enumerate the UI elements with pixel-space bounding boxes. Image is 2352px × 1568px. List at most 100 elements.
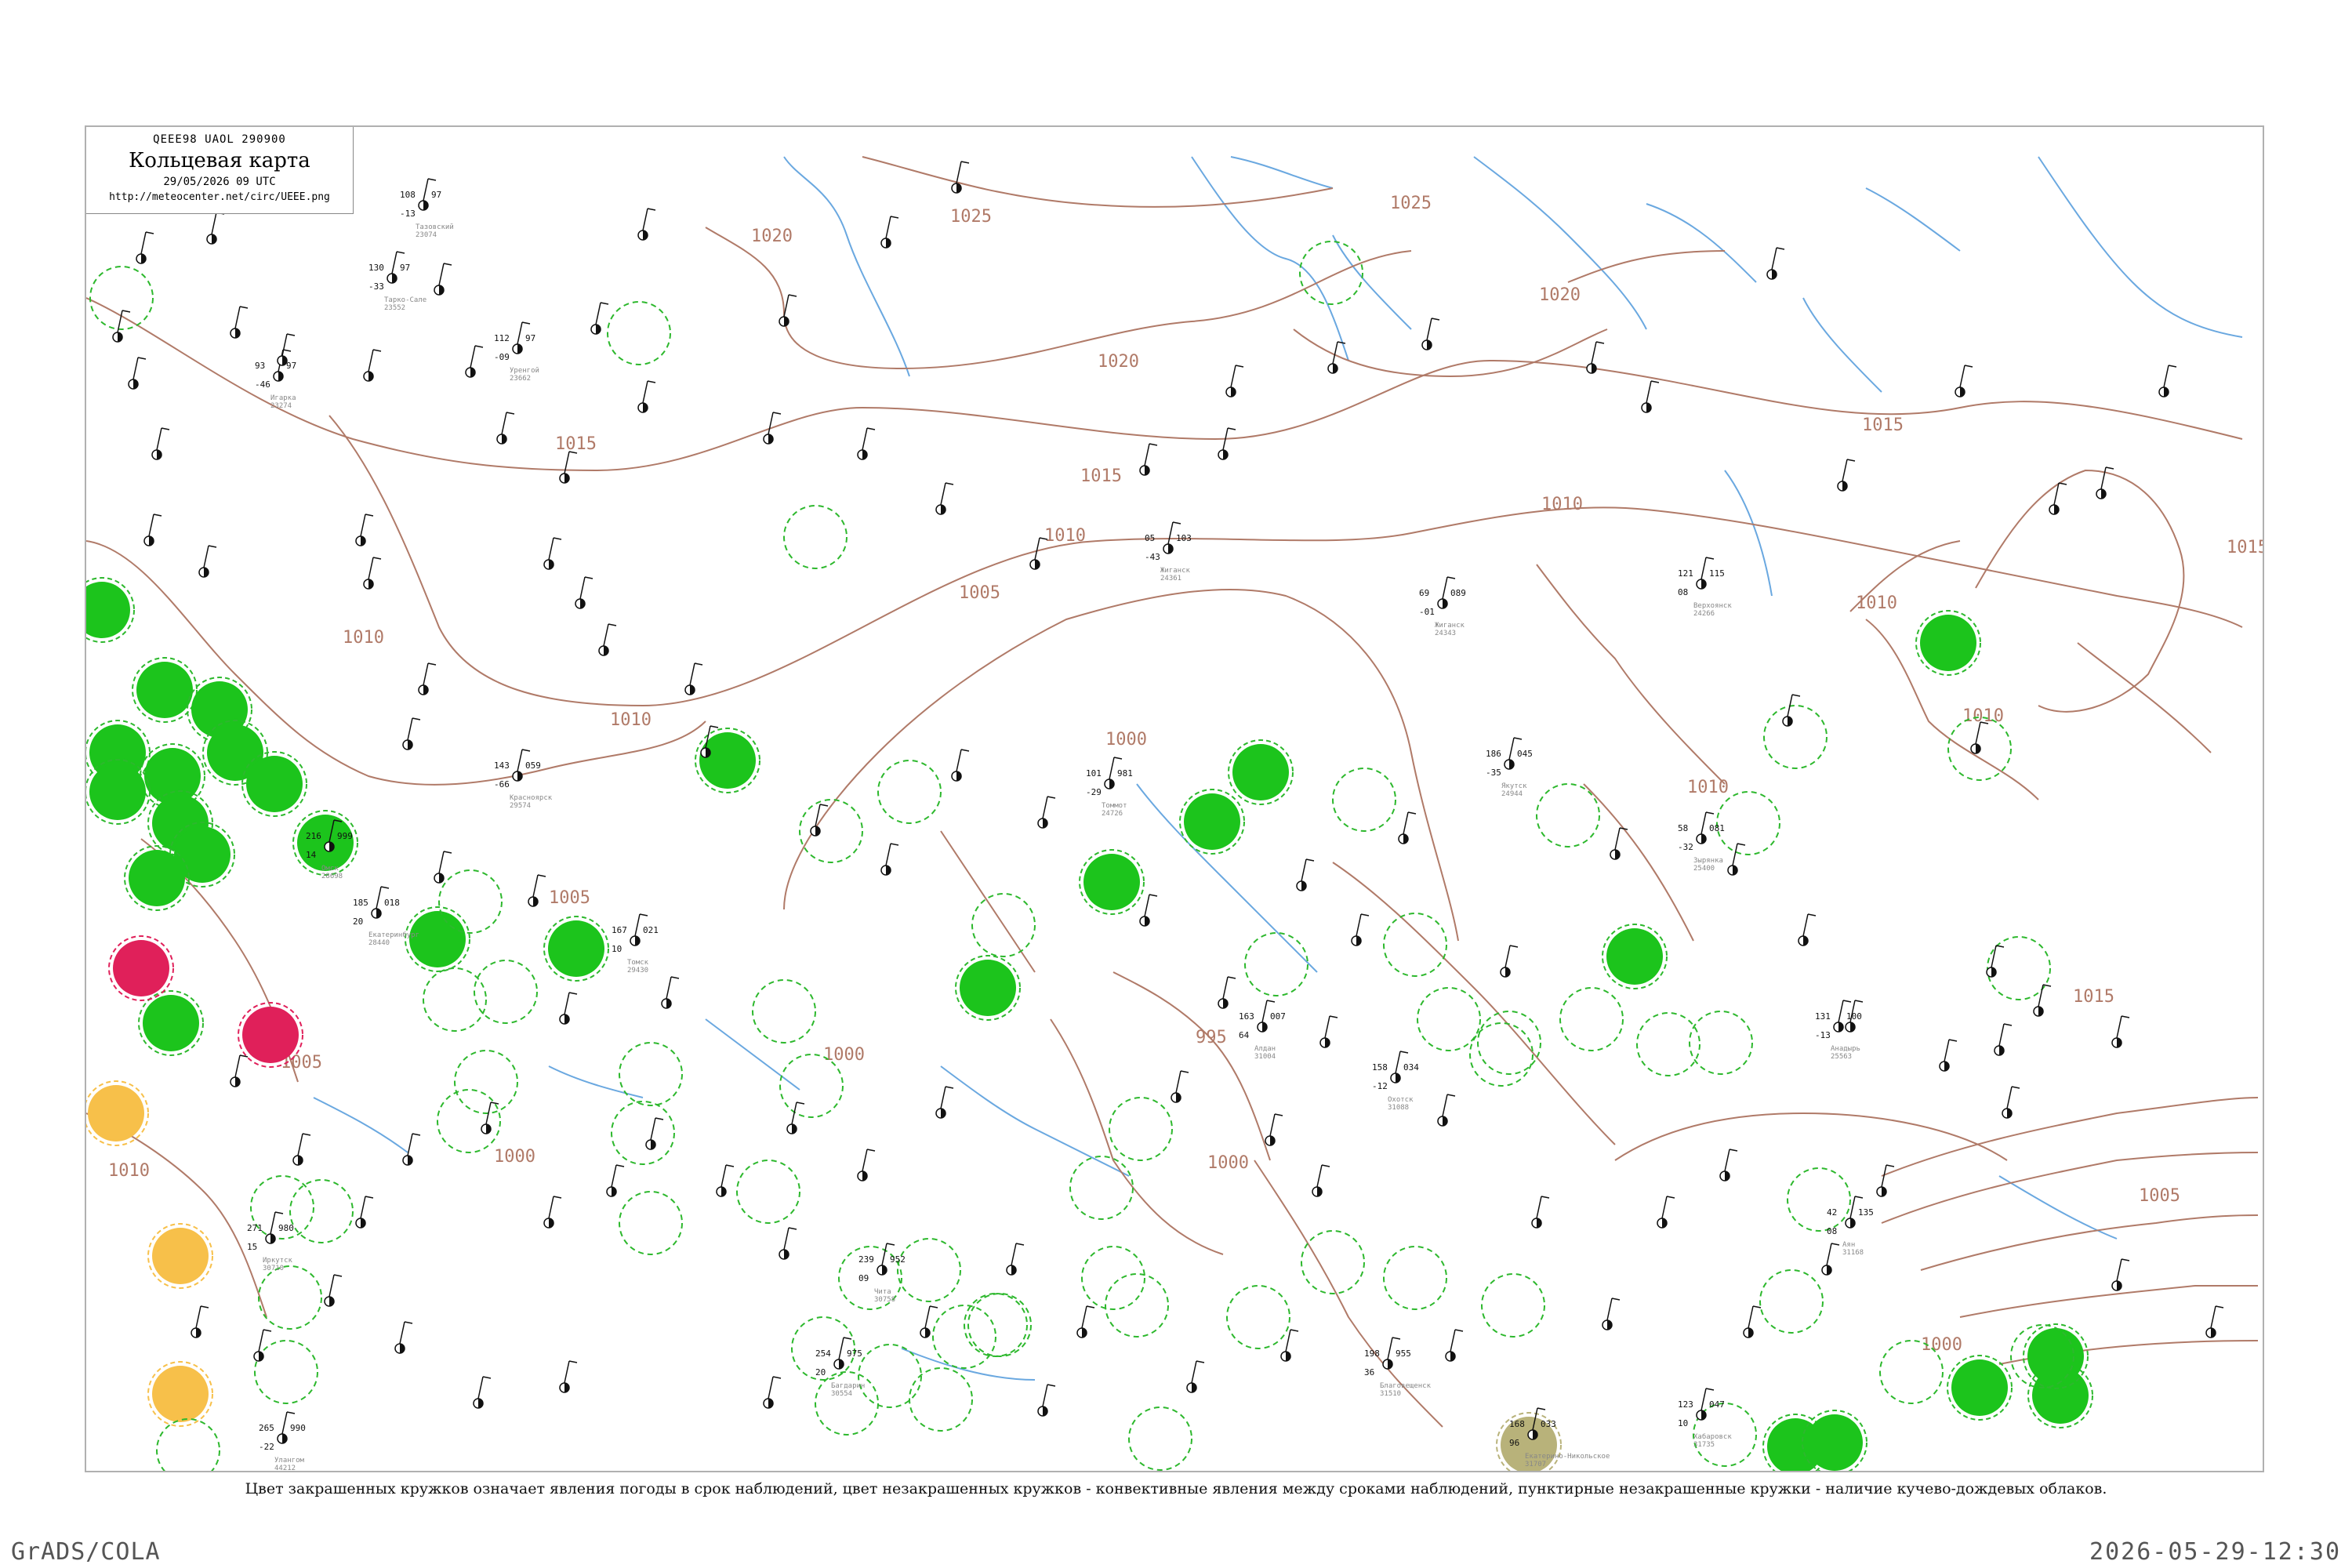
station-plot[interactable] [143,514,162,546]
station-plot[interactable] [1719,1149,1738,1181]
station-plot[interactable] [1225,365,1244,397]
station-plot[interactable] [1437,1094,1456,1127]
station-plot[interactable]: 101 981 -29Томмот24726 [1086,757,1133,818]
station-plot[interactable] [434,263,452,296]
station-plot[interactable] [1500,945,1519,978]
station-plot[interactable] [496,412,515,445]
station-plot[interactable] [1994,1023,2013,1056]
station-plot[interactable] [1657,1196,1675,1229]
station-plot[interactable] [1955,365,1973,397]
station-plot[interactable] [1939,1039,1958,1072]
station-plot[interactable] [857,427,876,460]
station-plot[interactable]: 143 059 -66Красноярск29574 [494,749,553,810]
station-plot[interactable]: 254 975 20 Багдарин30554 [815,1337,865,1398]
station-plot[interactable] [1445,1329,1464,1362]
station-plot[interactable] [951,749,970,782]
station-plot[interactable]: 112 97 -09Уренгой23662 [494,321,539,383]
station-plot[interactable]: 186 045 -35Якутск24944 [1486,737,1533,798]
station-plot[interactable]: 42 135 08 Аян31168 [1827,1196,1874,1257]
station-plot[interactable] [1076,1305,1095,1338]
station-plot[interactable] [606,1164,625,1197]
station-plot[interactable] [418,662,437,695]
station-plot[interactable] [465,345,484,378]
station-plot[interactable] [198,545,217,578]
station-plot[interactable] [2002,1086,2020,1119]
station-plot[interactable] [136,231,154,264]
station-plot[interactable] [1531,1196,1550,1229]
station-plot[interactable] [637,208,656,241]
station-plot[interactable]: 123 047 10 Хабаровск31735 [1678,1388,1732,1449]
station-plot[interactable] [598,623,617,656]
station-plot[interactable] [402,717,421,750]
station-plot[interactable] [363,557,382,590]
station-plot[interactable] [951,161,970,194]
station-plot[interactable] [1006,1243,1025,1276]
station-plot[interactable] [1837,459,1856,492]
station-plot[interactable]: 167 021 10 Томск29430 [612,913,659,975]
station-plot[interactable] [2158,365,2177,397]
station-plot[interactable] [1139,894,1158,927]
station-plot[interactable] [543,537,562,570]
weather-map[interactable]: 1025 1025 1020 1020 1020 1015 1015 1015 … [0,0,2352,1568]
station-plot[interactable] [935,482,954,515]
station-plot[interactable]: 05 103 -43Жиганск24361 [1145,521,1192,583]
station-plot[interactable] [191,1305,209,1338]
station-plot[interactable] [786,1102,805,1134]
station-plot[interactable] [559,992,578,1025]
station-plot[interactable] [2111,1258,2130,1291]
station-plot[interactable] [1398,811,1417,844]
station-plot[interactable]: 163 007 64 Алдан31004 [1239,1000,1286,1061]
station-plot[interactable] [1186,1360,1205,1393]
station-plot[interactable] [1218,427,1236,460]
station-plot[interactable] [645,1117,664,1150]
station-plot[interactable] [1037,796,1056,829]
station-plot[interactable]: 158 034 -12Охотск31088 [1372,1051,1419,1112]
station-plot[interactable] [1265,1113,1283,1146]
station-plot[interactable]: 185 018 20 Екатеринбург28440 [353,886,419,947]
station-plot[interactable] [1037,1384,1056,1417]
station-plot[interactable] [661,976,680,1009]
station-plot[interactable] [763,1376,782,1409]
station-plot[interactable] [1821,1243,1840,1276]
station-plot[interactable] [324,1274,343,1307]
station-plot[interactable]: 121 115 08 Верхоянск24266 [1678,557,1732,618]
station-plot[interactable] [1986,945,2005,978]
station-plot[interactable] [920,1305,938,1338]
station-plot[interactable] [1876,1164,1895,1197]
station-plot[interactable] [1641,380,1660,413]
station-plot[interactable]: 69 089 -01Жиганск24343 [1419,576,1466,637]
station-plot[interactable] [1421,318,1440,350]
station-plot[interactable] [716,1164,735,1197]
station-plot[interactable] [1798,913,1817,946]
station-plot[interactable] [1970,721,1989,754]
station-plot[interactable] [292,1133,311,1166]
station-plot[interactable] [2033,984,2052,1017]
station-plot[interactable] [1586,341,1605,374]
station-plot[interactable] [810,804,829,837]
station-plot[interactable]: 265 990 -22Улангом44212 [259,1411,306,1472]
station-plot[interactable] [543,1196,562,1229]
station-plot[interactable] [1218,976,1236,1009]
station-plot[interactable]: 198 955 36 Благовещенск31510 [1364,1337,1432,1398]
station-plot[interactable] [473,1376,492,1409]
station-plot[interactable] [206,212,225,245]
station-plot[interactable] [880,843,899,876]
station-plot[interactable] [559,1360,578,1393]
station-plot[interactable] [1610,827,1628,860]
station-plot[interactable]: 108 97 -13Тазовский23074 [400,178,454,239]
station-plot[interactable] [1139,443,1158,476]
station-plot[interactable] [1171,1070,1189,1103]
station-plot[interactable] [684,662,703,695]
station-plot[interactable] [230,1054,249,1087]
station-plot[interactable] [575,576,593,609]
station-plot[interactable] [151,427,170,460]
station-plot[interactable] [253,1329,272,1362]
station-plot[interactable] [1280,1329,1299,1362]
station-plot[interactable] [559,451,578,484]
station-plot[interactable] [1602,1298,1621,1330]
station-plot[interactable] [1782,694,1801,727]
station-plot[interactable]: 58 081 -32Зырянка25400 [1678,811,1725,873]
station-plot[interactable] [880,216,899,249]
station-plot[interactable] [779,1227,797,1260]
station-plot[interactable] [1296,858,1315,891]
